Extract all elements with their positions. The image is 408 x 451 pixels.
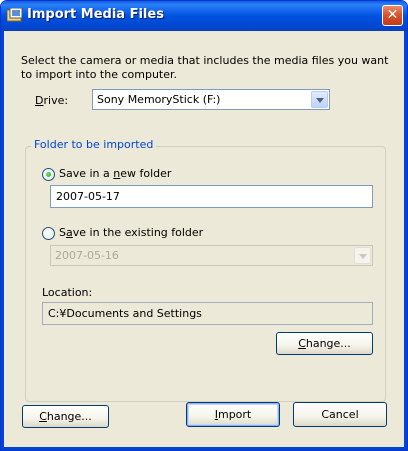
drive-dropdown-button[interactable] — [311, 91, 328, 108]
import-button[interactable]: Import — [186, 402, 280, 427]
window-title: Import Media Files — [27, 7, 164, 22]
radio-new-folder[interactable] — [42, 168, 55, 181]
new-folder-input[interactable]: 2007-05-17 — [50, 185, 373, 208]
radio-existing-folder[interactable] — [42, 227, 55, 240]
dialog-body: Select the camera or media that includes… — [4, 31, 404, 447]
radio-existing-folder-label[interactable]: Save in the existing folder — [59, 226, 203, 239]
existing-folder-select[interactable]: 2007-05-16 — [50, 245, 373, 266]
title-bar[interactable]: Import Media Files ✕ — [1, 1, 407, 31]
drive-label: Drive: — [35, 94, 69, 107]
radio-new-folder-label[interactable]: Save in a new folder — [59, 167, 171, 180]
close-icon: ✕ — [386, 7, 399, 23]
location-field[interactable]: C:¥Documents and Settings — [42, 302, 373, 325]
location-value: C:¥Documents and Settings — [48, 307, 202, 320]
chevron-down-icon — [316, 98, 324, 103]
cancel-button[interactable]: Cancel — [293, 402, 387, 427]
footer-change-button[interactable]: Change... — [22, 405, 109, 428]
new-folder-value: 2007-05-17 — [56, 190, 120, 203]
group-title: Folder to be imported — [31, 138, 157, 151]
close-button[interactable]: ✕ — [382, 5, 403, 26]
drive-select-value: Sony MemoryStick (F:) — [97, 93, 221, 106]
instruction-text: Select the camera or media that includes… — [21, 54, 389, 81]
location-label: Location: — [42, 286, 93, 299]
chevron-down-icon — [359, 254, 367, 259]
import-media-files-dialog: Import Media Files ✕ Select the camera o… — [0, 0, 408, 451]
frame-bottom — [1, 447, 407, 450]
location-change-button[interactable]: Change... — [276, 332, 373, 355]
frame-right — [404, 31, 407, 450]
media-folder-icon — [7, 8, 23, 22]
existing-folder-dropdown-button[interactable] — [354, 247, 371, 264]
drive-select[interactable]: Sony MemoryStick (F:) — [92, 89, 330, 110]
existing-folder-value: 2007-05-16 — [55, 249, 119, 262]
